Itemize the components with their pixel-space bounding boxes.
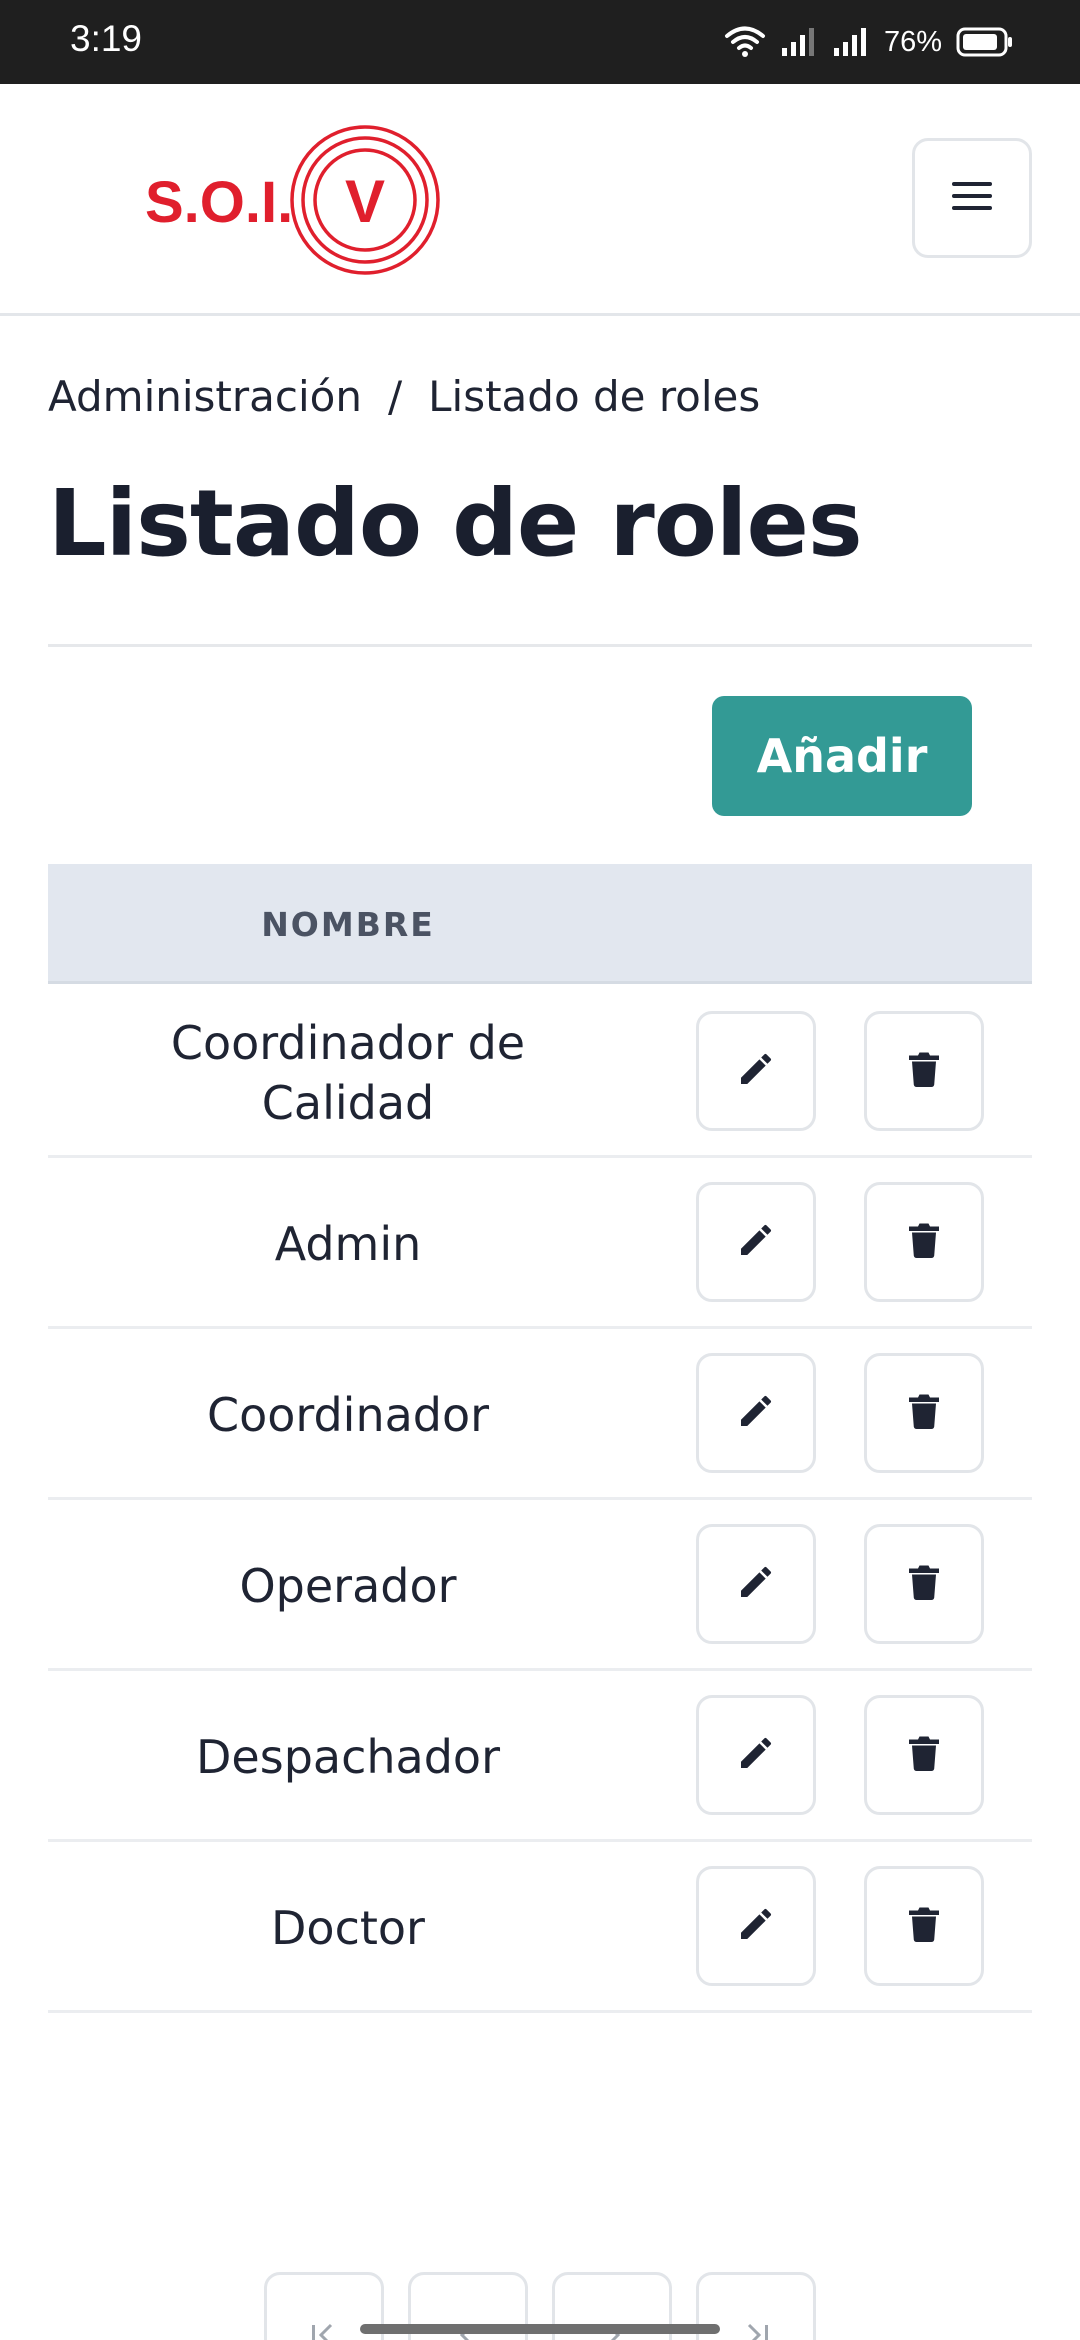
trash-icon bbox=[906, 1733, 942, 1777]
pencil-icon bbox=[736, 1049, 776, 1093]
add-button[interactable]: Añadir bbox=[712, 696, 972, 816]
edit-button[interactable] bbox=[696, 1524, 816, 1644]
logo-letter: V bbox=[345, 168, 385, 235]
status-bar: 3:19 76% bbox=[0, 0, 1080, 84]
delete-button[interactable] bbox=[864, 1866, 984, 1986]
pencil-icon bbox=[736, 1562, 776, 1606]
signal-icon bbox=[832, 26, 870, 58]
edit-button[interactable] bbox=[696, 1866, 816, 1986]
role-name: Coordinador de Calidad bbox=[170, 1015, 526, 1130]
status-time: 3:19 bbox=[70, 18, 143, 59]
edit-button[interactable] bbox=[696, 1011, 816, 1131]
breadcrumb-separator: / bbox=[387, 372, 403, 421]
home-indicator[interactable] bbox=[360, 2324, 720, 2334]
delete-button[interactable] bbox=[864, 1695, 984, 1815]
battery-icon bbox=[956, 26, 1014, 58]
breadcrumb-item-administracion[interactable]: Administración bbox=[48, 372, 362, 421]
delete-button[interactable] bbox=[864, 1182, 984, 1302]
logo-text: S.O.I. bbox=[145, 170, 293, 235]
divider bbox=[48, 644, 1032, 647]
app-header: S.O.I. V bbox=[0, 84, 1080, 316]
pencil-icon bbox=[736, 1391, 776, 1435]
role-name: Admin bbox=[274, 1216, 422, 1271]
pencil-icon bbox=[736, 1904, 776, 1948]
status-icons: 76% bbox=[724, 20, 1014, 64]
pencil-icon bbox=[736, 1733, 776, 1777]
column-header-nombre[interactable]: NOMBRE bbox=[48, 864, 648, 984]
page-title: Listado de roles bbox=[48, 470, 863, 577]
wifi-icon bbox=[724, 25, 766, 59]
table-row: Despachador bbox=[48, 1671, 1032, 1842]
delete-button[interactable] bbox=[864, 1524, 984, 1644]
trash-icon bbox=[906, 1220, 942, 1264]
edit-button[interactable] bbox=[696, 1182, 816, 1302]
table-row: Coordinador bbox=[48, 1329, 1032, 1500]
delete-button[interactable] bbox=[864, 1011, 984, 1131]
table-row: Coordinador de Calidad bbox=[48, 987, 1032, 1158]
role-name: Coordinador bbox=[206, 1387, 490, 1442]
menu-button[interactable] bbox=[912, 138, 1032, 258]
edit-button[interactable] bbox=[696, 1695, 816, 1815]
table-row: Admin bbox=[48, 1158, 1032, 1329]
role-name: Doctor bbox=[271, 1900, 425, 1955]
last-page-icon bbox=[741, 2317, 771, 2340]
soi-logo[interactable]: S.O.I. V bbox=[145, 120, 455, 280]
role-name: Operador bbox=[239, 1558, 457, 1613]
delete-button[interactable] bbox=[864, 1353, 984, 1473]
first-page-icon bbox=[309, 2317, 339, 2340]
trash-icon bbox=[906, 1391, 942, 1435]
pencil-icon bbox=[736, 1220, 776, 1264]
trash-icon bbox=[906, 1904, 942, 1948]
trash-icon bbox=[906, 1049, 942, 1093]
table-row: Doctor bbox=[48, 1842, 1032, 2013]
breadcrumb-item-current: Listado de roles bbox=[428, 372, 761, 421]
hamburger-icon bbox=[951, 180, 993, 216]
table-row: Operador bbox=[48, 1500, 1032, 1671]
battery-percent: 76% bbox=[883, 25, 942, 58]
signal-icon bbox=[780, 26, 818, 58]
breadcrumb: Administración / Listado de roles bbox=[48, 372, 760, 421]
trash-icon bbox=[906, 1562, 942, 1606]
edit-button[interactable] bbox=[696, 1353, 816, 1473]
role-name: Despachador bbox=[196, 1729, 500, 1784]
table-header: NOMBRE bbox=[48, 864, 1032, 984]
